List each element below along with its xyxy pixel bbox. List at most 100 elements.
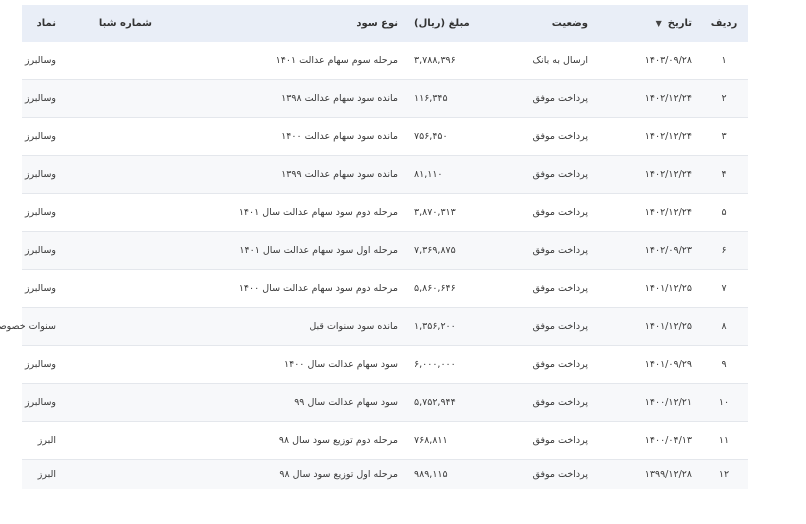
cell-shaba	[64, 460, 160, 490]
cell-dividend-type: سود سهام عدالت سال ۹۹	[160, 383, 406, 422]
cell-symbol: وسالبرز	[22, 193, 64, 232]
cell-row-number: ۷	[700, 269, 748, 308]
table-row: ۱۱ ۱۴۰۰/۰۴/۱۳ پرداخت موفق ۷۶۸,۸۱۱ مرحله دوم …	[22, 421, 748, 460]
table-row: ۶ ۱۴۰۲/۰۹/۲۳ پرداخت موفق ۷,۳۶۹,۸۷۵ مرحله اول…	[22, 231, 748, 270]
cell-row-number: ۸	[700, 307, 748, 346]
table-header: ردیف تاریخ ▼ وضعیت مبلغ (ریال) نوع سود شم…	[22, 5, 748, 42]
cell-status: پرداخت موفق	[500, 155, 596, 194]
cell-dividend-type: مرحله دوم سود سهام عدالت سال ۱۴۰۰	[160, 269, 406, 308]
cell-amount: ۷۶۸,۸۱۱	[406, 421, 500, 460]
dividend-table: ردیف تاریخ ▼ وضعیت مبلغ (ریال) نوع سود شم…	[0, 5, 748, 490]
cell-row-number: ۵	[700, 193, 748, 232]
cell-row-number: ۹	[700, 345, 748, 384]
cell-status: ارسال به بانک	[500, 42, 596, 80]
cell-amount: ۳,۷۸۸,۳۹۶	[406, 42, 500, 80]
cell-dividend-type: مانده سود سهام عدالت ۱۴۰۰	[160, 117, 406, 156]
cell-shaba	[64, 383, 160, 422]
cell-symbol: وسالبرز	[22, 383, 64, 422]
cell-shaba	[64, 269, 160, 308]
table-row: ۴ ۱۴۰۲/۱۲/۲۴ پرداخت موفق ۸۱,۱۱۰ مانده سود سه…	[22, 155, 748, 194]
cell-amount: ۸۱,۱۱۰	[406, 155, 500, 194]
table-row: ۹ ۱۴۰۱/۰۹/۲۹ پرداخت موفق ۶,۰۰۰,۰۰۰ سود سهام …	[22, 345, 748, 384]
header-amount: مبلغ (ریال)	[414, 18, 470, 29]
cell-amount: ۵,۷۵۲,۹۴۴	[406, 383, 500, 422]
cell-amount: ۹۸۹,۱۱۵	[414, 469, 448, 480]
cell-dividend-type: سود سهام عدالت سال ۱۴۰۰	[160, 345, 406, 384]
cell-status: پرداخت موفق	[500, 79, 596, 118]
sort-down-icon[interactable]: ▼	[656, 19, 662, 28]
cell-row-number: ۳	[700, 117, 748, 156]
cell-row-number: ۱۰	[700, 383, 748, 422]
cell-symbol: وسالبرز	[22, 269, 64, 308]
cell-status: پرداخت موفق	[500, 345, 596, 384]
cell-date: ۱۴۰۲/۱۲/۲۴	[596, 193, 700, 232]
cell-shaba	[64, 231, 160, 270]
cell-symbol: وسالبرز	[22, 231, 64, 270]
cell-symbol: وسالبرز	[22, 117, 64, 156]
cell-date: ۱۴۰۱/۰۹/۲۹	[596, 345, 700, 384]
cell-status: پرداخت موفق	[500, 421, 596, 460]
cell-date: ۱۴۰۳/۰۹/۲۸	[596, 42, 700, 80]
header-date-sortable[interactable]: تاریخ ▼	[596, 5, 700, 42]
cell-row-number: ۱	[700, 42, 748, 80]
header-symbol: نماد	[36, 18, 56, 29]
cell-dividend-type: مانده سود سهام عدالت ۱۳۹۹	[160, 155, 406, 194]
cell-amount: ۷۵۶,۴۵۰	[406, 117, 500, 156]
cell-status: پرداخت موفق	[500, 383, 596, 422]
table-row: ۳ ۱۴۰۲/۱۲/۲۴ پرداخت موفق ۷۵۶,۴۵۰ مانده سود س…	[22, 117, 748, 156]
cell-date: ۱۴۰۱/۱۲/۲۵	[596, 269, 700, 308]
cell-symbol: وسالبرز	[22, 345, 64, 384]
cell-amount: ۶,۰۰۰,۰۰۰	[406, 345, 500, 384]
cell-amount: ۵,۸۶۰,۶۴۶	[406, 269, 500, 308]
table-row: ۱۰ ۱۴۰۰/۱۲/۲۱ پرداخت موفق ۵,۷۵۲,۹۴۴ سود سهام…	[22, 383, 748, 422]
cell-shaba	[64, 117, 160, 156]
cell-row-number: ۲	[700, 79, 748, 118]
cell-date: ۱۳۹۹/۱۲/۲۸	[644, 469, 692, 480]
table-row: ۲ ۱۴۰۲/۱۲/۲۴ پرداخت موفق ۱۱۶,۳۴۵ مانده سود س…	[22, 79, 748, 118]
cell-dividend-type: مرحله اول توزیع سود سال ۹۸	[279, 469, 398, 480]
dividend-table-container: ردیف تاریخ ▼ وضعیت مبلغ (ریال) نوع سود شم…	[0, 5, 748, 490]
cell-shaba	[64, 193, 160, 232]
table-row: ۸ ۱۴۰۱/۱۲/۲۵ پرداخت موفق ۱,۳۵۶,۲۰۰ مانده سود…	[0, 307, 748, 346]
cell-date: ۱۴۰۲/۱۲/۲۴	[596, 155, 700, 194]
cell-status: پرداخت موفق	[500, 307, 596, 346]
cell-shaba	[64, 155, 160, 194]
table-row: ۵ ۱۴۰۲/۱۲/۲۴ پرداخت موفق ۳,۸۷۰,۳۱۳ مرحله دوم…	[22, 193, 748, 232]
cell-symbol: البرز	[37, 469, 56, 480]
header-row-number: ردیف	[710, 18, 738, 29]
table-body: ۱ ۱۴۰۳/۰۹/۲۸ ارسال به بانک ۳,۷۸۸,۳۹۶ مرحله س…	[0, 42, 748, 490]
cell-status: پرداخت موفق	[500, 231, 596, 270]
cell-row-number: ۱۱	[700, 421, 748, 460]
cell-amount: ۷,۳۶۹,۸۷۵	[406, 231, 500, 270]
cell-symbol: وسالبرز	[22, 79, 64, 118]
header-date-label: تاریخ	[667, 18, 692, 29]
cell-date: ۱۴۰۲/۱۲/۲۴	[596, 79, 700, 118]
cell-date: ۱۴۰۰/۰۴/۱۳	[596, 421, 700, 460]
cell-dividend-type: مانده سود سهام عدالت ۱۳۹۸	[160, 79, 406, 118]
cell-row-number: ۱۲	[718, 469, 730, 480]
cell-shaba	[64, 345, 160, 384]
cell-row-number: ۶	[700, 231, 748, 270]
cell-status: پرداخت موفق	[500, 193, 596, 232]
cell-amount: ۱۱۶,۳۴۵	[406, 79, 500, 118]
cell-symbol: وسالبرز	[22, 42, 64, 80]
cell-dividend-type: مرحله اول سود سهام عدالت سال ۱۴۰۱	[160, 231, 406, 270]
table-row: ۱ ۱۴۰۳/۰۹/۲۸ ارسال به بانک ۳,۷۸۸,۳۹۶ مرحله س…	[22, 42, 748, 80]
cell-shaba	[64, 79, 160, 118]
cell-amount: ۳,۸۷۰,۳۱۳	[406, 193, 500, 232]
table-row: ۷ ۱۴۰۱/۱۲/۲۵ پرداخت موفق ۵,۸۶۰,۶۴۶ مرحله دوم…	[22, 269, 748, 308]
cell-status: پرداخت موفق	[532, 469, 588, 480]
cell-symbol: وسالبرز	[22, 155, 64, 194]
cell-dividend-type: مانده سود سنوات قبل	[160, 307, 406, 346]
table-row: ۱۲ ۱۳۹۹/۱۲/۲۸ پرداخت موفق ۹۸۹,۱۱۵ مرحله اول …	[22, 459, 748, 490]
cell-date: ۱۴۰۱/۱۲/۲۵	[596, 307, 700, 346]
cell-shaba	[64, 307, 160, 346]
cell-row-number: ۴	[700, 155, 748, 194]
header-dividend-type: نوع سود	[356, 18, 398, 29]
cell-date: ۱۴۰۲/۰۹/۲۳	[596, 231, 700, 270]
header-shaba: شماره شبا	[98, 18, 152, 29]
cell-symbol: سنوات خصوصی سازی	[0, 307, 64, 346]
cell-date: ۱۴۰۰/۱۲/۲۱	[596, 383, 700, 422]
header-row: ردیف تاریخ ▼ وضعیت مبلغ (ریال) نوع سود شم…	[22, 5, 748, 42]
cell-shaba	[64, 421, 160, 460]
